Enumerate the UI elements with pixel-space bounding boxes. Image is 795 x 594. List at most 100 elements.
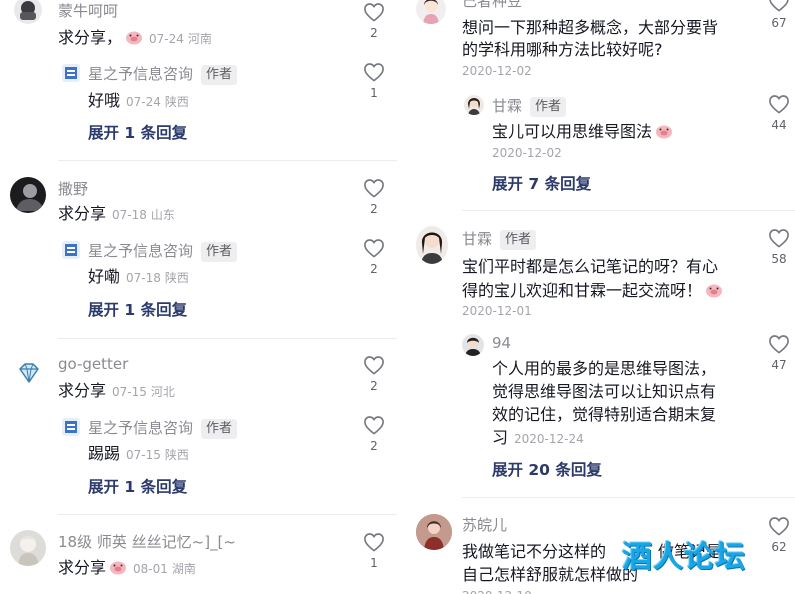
author-avatar[interactable] (62, 418, 80, 436)
like-button[interactable]: 2 (359, 415, 389, 453)
like-count: 2 (370, 379, 378, 393)
expand-replies-button[interactable]: 展开 20 条回复 (492, 458, 602, 480)
like-count: 58 (771, 252, 787, 266)
like-count: 47 (771, 358, 787, 372)
user-avatar[interactable] (10, 177, 46, 213)
author-avatar[interactable] (62, 241, 80, 259)
expand-replies-button[interactable]: 展开 1 条回复 (88, 475, 187, 497)
comment-body: 求分享 (58, 204, 107, 223)
like-count: 1 (370, 556, 378, 570)
right-comment-column: 己者种豆 想问一下那种超多概念，大部分要背 的学科用哪种方法比较好呢? 2020… (398, 0, 795, 594)
reply-username: 星之予信息咨询 作者 (88, 417, 238, 439)
comment-username[interactable]: 苏皖儿 (462, 514, 507, 535)
like-count: 2 (370, 202, 378, 216)
comment-text-line: 宝们平时都是怎么记笔记的呀？有心 (462, 257, 719, 276)
heart-icon (364, 416, 384, 435)
comment-body: 得的宝儿欢迎和甘霖一起交流呀！ (462, 281, 703, 300)
reply-text-line: 个人用的最多的是思维导图法， (492, 359, 717, 378)
like-count: 62 (771, 540, 787, 554)
like-count: 2 (370, 262, 378, 276)
user-avatar[interactable] (416, 0, 446, 24)
comment-body: 求分享， (58, 28, 123, 47)
user-avatar[interactable] (14, 0, 42, 24)
site-watermark: 酒人论坛 (622, 540, 746, 575)
divider (58, 338, 397, 339)
reply-text-line: 习 2020-12-24 (492, 427, 584, 450)
like-button[interactable]: 2 (359, 238, 389, 276)
comment-location: 山东 (150, 208, 175, 222)
comment-date: 2020-12-02 (462, 64, 532, 78)
comment-username[interactable]: 己者种豆 (462, 0, 522, 11)
heart-icon (769, 517, 789, 536)
comment-body: 我做笔记不分这样的 (462, 542, 607, 561)
reply-author-name[interactable]: 星之予信息咨询 (88, 242, 193, 260)
reply-username[interactable]: 94 (492, 334, 511, 352)
comment-username: 甘霖 作者 (462, 228, 537, 250)
author-avatar[interactable] (62, 64, 80, 82)
comment-text-line: 得的宝儿欢迎和甘霖一起交流呀！ (462, 280, 723, 302)
comment-username[interactable]: 18级 师英 丝丝记忆~]_[~ (58, 531, 236, 552)
comment-location: 河南 (187, 32, 212, 46)
reply-location: 陕西 (164, 271, 189, 285)
comment-username[interactable]: go-getter (58, 355, 128, 373)
comment-date: 07-18 (112, 208, 147, 222)
reply-user-avatar[interactable] (462, 334, 484, 356)
comment-location: 河北 (150, 385, 175, 399)
user-avatar[interactable] (16, 360, 42, 386)
expand-replies-button[interactable]: 展开 7 条回复 (492, 172, 591, 194)
reply-username: 甘霖 作者 (492, 95, 567, 117)
like-button[interactable]: 1 (359, 532, 389, 570)
like-button[interactable]: 58 (764, 228, 794, 266)
like-button[interactable]: 67 (764, 0, 794, 30)
like-button[interactable]: 2 (359, 355, 389, 393)
like-button[interactable]: 2 (359, 178, 389, 216)
like-button[interactable]: 1 (359, 62, 389, 100)
user-avatar[interactable] (10, 530, 46, 566)
reply-text: 踢踢 07-15 陕西 (88, 443, 189, 466)
reply-text-line: 效的记住，觉得特别适合期末复 (492, 405, 717, 424)
like-button[interactable]: 62 (764, 516, 794, 554)
reply-date: 07-15 (126, 448, 161, 462)
author-badge: 作者 (500, 230, 537, 250)
like-button[interactable]: 2 (359, 2, 389, 40)
reply-author-name[interactable]: 星之予信息咨询 (88, 419, 193, 437)
heart-icon (364, 239, 384, 258)
author-badge: 作者 (201, 419, 238, 439)
reply-body: 好哦 (88, 91, 121, 110)
pig-emoji-icon (109, 559, 127, 575)
comment-location: 湖南 (171, 562, 196, 576)
reply-username: 星之予信息咨询 作者 (88, 63, 238, 85)
author-avatar[interactable] (464, 95, 484, 115)
reply-date: 07-18 (126, 271, 161, 285)
heart-icon (364, 3, 384, 22)
expand-replies-button[interactable]: 展开 1 条回复 (88, 298, 187, 320)
comment-text-line: 想问一下那种超多概念，大部分要背 (462, 18, 719, 37)
author-badge: 作者 (201, 242, 238, 262)
comment-username[interactable]: 蒙牛呵呵 (58, 0, 118, 21)
reply-date: 2020-12-24 (514, 432, 584, 446)
user-avatar[interactable] (416, 514, 452, 550)
comment-username[interactable]: 撒野 (58, 178, 88, 199)
user-avatar[interactable] (416, 226, 448, 264)
like-count: 1 (370, 86, 378, 100)
reply-date: 07-24 (126, 95, 161, 109)
reply-body: 宝儿可以用思维导图法 (492, 122, 653, 141)
reply-body: 好嘞 (88, 267, 121, 286)
like-button[interactable]: 47 (764, 334, 794, 372)
comment-date: 2020-12-01 (462, 304, 532, 318)
reply-author-name[interactable]: 星之予信息咨询 (88, 65, 193, 83)
comment-text: 求分享， 07-24 河南 (58, 27, 212, 50)
comment-author-name[interactable]: 甘霖 (462, 230, 492, 248)
reply-body: 踢踢 (88, 444, 121, 463)
heart-icon (364, 179, 384, 198)
like-button[interactable]: 44 (764, 94, 794, 132)
reply-author-name[interactable]: 甘霖 (492, 97, 522, 115)
like-count: 2 (370, 439, 378, 453)
comment-text: 求分享 07-15 河北 (58, 380, 175, 403)
expand-replies-button[interactable]: 展开 1 条回复 (88, 121, 187, 143)
reply-text: 宝儿可以用思维导图法 (492, 121, 673, 143)
pig-emoji-icon (125, 29, 143, 45)
reply-location: 陕西 (164, 448, 189, 462)
divider (462, 210, 795, 211)
comment-date: 2020-12-10 (462, 589, 532, 594)
